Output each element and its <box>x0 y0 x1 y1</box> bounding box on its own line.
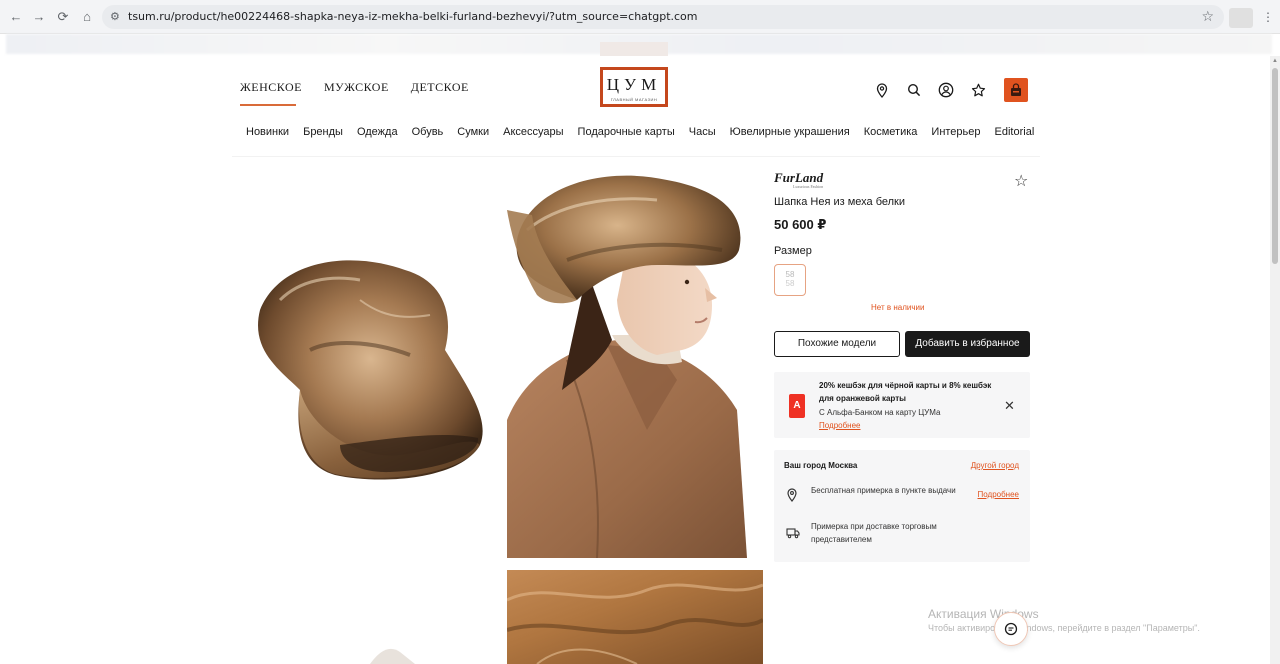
product-image-model[interactable] <box>507 170 763 558</box>
size-intl: 58 <box>785 279 795 288</box>
user-account-icon[interactable] <box>938 81 954 99</box>
promo-subtitle: С Альфа-Банком на карту ЦУМа <box>819 408 941 417</box>
cat-shoes[interactable]: Обувь <box>412 126 444 138</box>
product-title: Шапка Нея из меха белки <box>774 196 905 208</box>
delivery-truck-icon <box>786 526 800 540</box>
logo-letters: ЦУМ <box>606 75 662 94</box>
cat-clothing[interactable]: Одежда <box>357 126 398 138</box>
brand-logo[interactable]: FurLand Luxurious Fashion <box>774 170 823 189</box>
size-ru: 58 <box>785 270 795 279</box>
alfa-bank-icon: А <box>789 394 805 418</box>
chat-support-icon[interactable] <box>994 612 1028 646</box>
alfa-cashback-promo: А 20% кешбэк для чёрной карты и 8% кешбэ… <box>774 372 1030 438</box>
favorites-star-icon[interactable] <box>970 81 986 99</box>
header-divider <box>232 156 1040 157</box>
gender-tab-women[interactable]: ЖЕНСКОЕ <box>240 80 302 95</box>
similar-models-button[interactable]: Похожие модели <box>774 331 900 357</box>
promo-title: 20% кешбэк для чёрной карты и 8% кешбэк … <box>819 381 992 403</box>
delivery-info: Ваш город Москва Другой город Бесплатная… <box>774 450 1030 562</box>
brand-name: FurLand <box>774 170 824 185</box>
size-option[interactable]: 58 58 <box>774 264 806 296</box>
fitting-more-link[interactable]: Подробнее <box>978 490 1020 499</box>
address-bar[interactable]: ⚙ tsum.ru/product/he00224468-shapka-neya… <box>102 5 1224 29</box>
logo-top-strip <box>600 42 668 56</box>
cat-editorial[interactable]: Editorial <box>995 126 1035 138</box>
windows-activation-subtitle: Чтобы активировать Windows, перейдите в … <box>928 623 1200 633</box>
scrollbar-thumb[interactable] <box>1272 68 1278 264</box>
profile-avatar[interactable] <box>1229 8 1253 28</box>
shopping-bag-icon[interactable] <box>1004 78 1028 102</box>
scroll-up-icon[interactable]: ▲ <box>1272 58 1278 64</box>
reload-icon[interactable]: ⟳ <box>55 9 71 25</box>
city-title: Ваш город Москва <box>784 461 858 470</box>
cat-novinki[interactable]: Новинки <box>246 126 289 138</box>
close-icon[interactable]: ✕ <box>1004 398 1015 414</box>
category-nav: Новинки Бренды Одежда Обувь Сумки Аксесс… <box>246 126 1034 138</box>
promo-more-link[interactable]: Подробнее <box>819 421 861 430</box>
product-price: 50 600 ₽ <box>774 217 827 232</box>
cat-interior[interactable]: Интерьер <box>931 126 980 138</box>
active-tab-indicator <box>240 104 296 106</box>
bookmark-star-icon[interactable]: ☆ <box>1201 8 1214 25</box>
add-to-favorites-button[interactable]: Добавить в избранное <box>905 331 1030 357</box>
location-pin-icon[interactable] <box>874 81 890 99</box>
page-scrollbar[interactable]: ▲ <box>1270 56 1280 664</box>
menu-dots-icon[interactable]: ⋮ <box>1262 10 1274 24</box>
logo-subtitle: ГЛАВНЫЙ МАГАЗИН <box>610 97 658 102</box>
size-label: Размер <box>774 245 812 257</box>
header-icons <box>874 78 1028 102</box>
gender-tab-men[interactable]: МУЖСКОЕ <box>324 80 389 95</box>
url-text[interactable]: tsum.ru/product/he00224468-shapka-neya-i… <box>128 10 698 23</box>
location-pin-icon <box>786 488 800 502</box>
fitting-text: Бесплатная примерка в пункте выдачи <box>811 486 956 495</box>
other-city-link[interactable]: Другой город <box>971 461 1019 470</box>
cat-cosmetics[interactable]: Косметика <box>864 126 918 138</box>
product-image-partial <box>360 640 420 664</box>
cat-bags[interactable]: Сумки <box>457 126 489 138</box>
product-favorite-star-icon[interactable]: ☆ <box>1014 171 1028 191</box>
cat-gift-cards[interactable]: Подарочные карты <box>578 126 675 138</box>
site-settings-icon[interactable]: ⚙ <box>110 10 124 24</box>
home-icon[interactable]: ⌂ <box>79 9 95 25</box>
cat-brands[interactable]: Бренды <box>303 126 343 138</box>
stock-status: Нет в наличии <box>871 303 925 312</box>
cat-accessories[interactable]: Аксессуары <box>503 126 563 138</box>
product-image-fur-closeup[interactable] <box>507 570 763 664</box>
browser-toolbar: ← → ⟳ ⌂ ⚙ tsum.ru/product/he00224468-sha… <box>0 0 1280 34</box>
gender-tab-kids[interactable]: ДЕТСКОЕ <box>411 80 469 95</box>
cat-jewelry[interactable]: Ювелирные украшения <box>730 126 850 138</box>
product-image-hat[interactable] <box>240 240 490 490</box>
gender-nav: ЖЕНСКОЕ МУЖСКОЕ ДЕТСКОЕ <box>240 80 469 95</box>
forward-arrow-icon[interactable]: → <box>31 9 47 25</box>
search-icon[interactable] <box>906 81 922 99</box>
back-arrow-icon[interactable]: ← <box>8 9 24 25</box>
tsum-logo[interactable]: ЦУМ ГЛАВНЫЙ МАГАЗИН <box>600 67 668 107</box>
courier-text: Примерка при доставке торговым представи… <box>811 522 937 544</box>
cat-watches[interactable]: Часы <box>689 126 716 138</box>
